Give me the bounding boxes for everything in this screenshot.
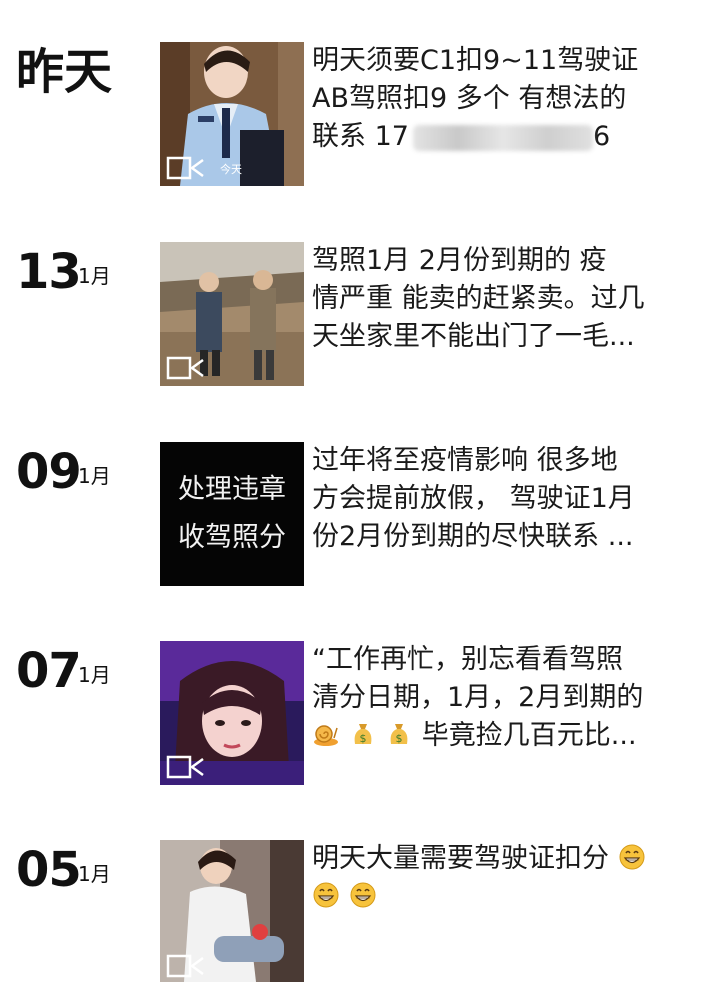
entry-thumbnail[interactable]: 处理违章 收驾照分	[160, 442, 304, 586]
entry-text-line: AB驾照扣9 多个 有想法的	[312, 83, 627, 114]
video-icon	[166, 356, 204, 380]
entry-text-line: 明天大量需要驾驶证扣分	[312, 840, 704, 878]
money-bag-emoji-icon: $	[354, 724, 371, 745]
entry-text-line: “工作再忙，别忘看看驾照	[312, 644, 623, 675]
entry-text-line	[312, 878, 704, 916]
entry-text-line: 情严重 能卖的赶紧卖。过几	[312, 283, 645, 314]
entry-text-line: 明天须要C1扣9~11驾驶证	[312, 45, 639, 76]
entry-text-line: 清分日期，1月，2月到期的	[312, 682, 644, 713]
entry-text-line: 驾照1月 2月份到期的 疫	[312, 245, 607, 276]
phone-number-tail: 6	[592, 121, 611, 152]
moment-entry-07[interactable]: 07 1月 “工作再忙，别忘看看驾照 清分日期，1月，2月到期的 $ $ 毕竟捡…	[0, 641, 720, 787]
entry-text-line: 方会提前放假， 驾驶证1月	[312, 483, 635, 514]
entry-date-month: 1月	[78, 464, 111, 488]
entry-date-month: 1月	[78, 663, 111, 687]
moment-entry-05[interactable]: 05 1月 明天大量需要驾驶证扣分	[0, 840, 720, 982]
entry-text[interactable]: 过年将至疫情影响 很多地 方会提前放假， 驾驶证1月 份2月份到期的尽快联系 .…	[312, 442, 704, 556]
thumbnail-caption: 今天	[220, 163, 242, 176]
video-icon	[166, 755, 204, 779]
video-icon	[166, 156, 204, 180]
grinning-emoji-icon	[619, 844, 645, 870]
blurred-phone-number	[412, 124, 593, 151]
entry-date-month: 1月	[78, 862, 111, 886]
entry-text[interactable]: “工作再忙，别忘看看驾照 清分日期，1月，2月到期的 $ $ 毕竟捡几百元比..…	[312, 641, 704, 755]
entry-text-line: 联系 17 6	[312, 118, 704, 156]
entry-date-label: 昨天	[16, 44, 113, 100]
entry-text[interactable]: 驾照1月 2月份到期的 疫 情严重 能卖的赶紧卖。过几 天坐家里不能出门了一毛.…	[312, 242, 704, 356]
video-icon	[166, 954, 204, 978]
svg-text:$: $	[396, 732, 403, 745]
grinning-emoji-icon	[350, 882, 376, 908]
moment-entry-yesterday[interactable]: 昨天 今天 明天须要C1扣9~11驾驶证 AB驾照扣9 多个 有想法的 联系 1…	[0, 42, 720, 188]
moment-entry-09[interactable]: 09 1月 处理违章 收驾照分 过年将至疫情影响 很多地 方会提前放假， 驾驶证…	[0, 442, 720, 588]
entry-text-line: 天坐家里不能出门了一毛...	[312, 321, 635, 352]
entry-date-day: 07	[16, 643, 82, 699]
money-bag-emoji-icon: $	[390, 724, 408, 745]
entry-text-line: $ $ 毕竟捡几百元比...	[312, 717, 704, 755]
entry-date-day: 13	[16, 244, 82, 300]
thumbnail-text-line: 处理违章	[178, 474, 286, 505]
entry-text-line: 过年将至疫情影响 很多地	[312, 445, 618, 476]
moment-entry-13[interactable]: 13 1月 驾照1月 2月份到期的 疫 情严重 能卖的赶紧卖。过几 天坐家里不能…	[0, 242, 720, 388]
entry-text-line-prefix: 明天大量需要驾驶证扣分	[312, 843, 609, 874]
entry-date-month: 1月	[78, 264, 111, 288]
entry-text[interactable]: 明天须要C1扣9~11驾驶证 AB驾照扣9 多个 有想法的 联系 17 6	[312, 42, 704, 156]
thumbnail-text-line: 收驾照分	[178, 522, 286, 553]
entry-date-day: 09	[16, 444, 82, 500]
svg-text:$: $	[359, 732, 366, 745]
snail-emoji-icon	[314, 725, 338, 746]
entry-text[interactable]: 明天大量需要驾驶证扣分	[312, 840, 704, 954]
entry-text-line-suffix: 毕竟捡几百元比...	[421, 720, 637, 751]
entry-text-line-prefix: 联系 17	[312, 121, 409, 152]
grinning-emoji-icon	[313, 882, 339, 908]
entry-date-day: 05	[16, 842, 82, 898]
entry-text-line: 份2月份到期的尽快联系 ...	[312, 521, 634, 552]
